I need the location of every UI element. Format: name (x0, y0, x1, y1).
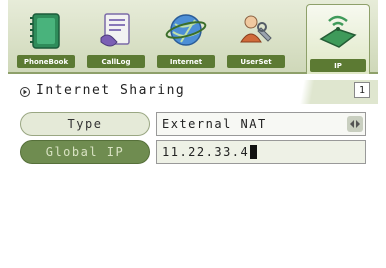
user-settings-icon (240, 15, 272, 43)
tab-call-log[interactable]: CallLog (84, 4, 148, 70)
tab-user-settings[interactable]: UserSet (224, 4, 288, 70)
type-select[interactable]: External NAT (156, 112, 366, 136)
section-header: Internet Sharing 1 (8, 80, 378, 104)
tab-bar: PhoneBook CallLog Internet UserSet IP (8, 0, 378, 74)
tab-label: CallLog (87, 55, 145, 68)
phone-screen: PhoneBook CallLog Internet UserSet IP In… (8, 0, 378, 268)
tab-internet[interactable]: Internet (154, 4, 218, 70)
internet-globe-icon (165, 14, 207, 46)
global-ip-row: Global IP 11.22.33.4 (20, 140, 378, 164)
dropdown-arrows-icon[interactable] (347, 116, 363, 132)
global-ip-input[interactable]: 11.22.33.4 (156, 140, 366, 164)
call-log-icon (100, 13, 130, 47)
phonebook-icon (30, 13, 60, 49)
text-cursor (250, 145, 258, 159)
type-select-value: External NAT (162, 117, 267, 131)
tab-label: IP (310, 59, 366, 72)
tab-label: Internet (157, 55, 215, 68)
type-label-button[interactable]: Type (20, 112, 150, 136)
global-ip-label-button[interactable]: Global IP (20, 140, 150, 164)
tab-label: PhoneBook (17, 55, 75, 68)
section-arrow-icon (20, 87, 30, 97)
global-ip-value: 11.22.33.4 (162, 145, 250, 159)
page-indicator: 1 (354, 82, 370, 98)
tab-label: UserSet (227, 55, 285, 68)
ip-network-icon (319, 15, 357, 48)
tab-phonebook[interactable]: PhoneBook (14, 4, 78, 70)
type-row: Type External NAT (20, 112, 378, 136)
page-title: Internet Sharing (36, 83, 186, 98)
tab-ip[interactable]: IP (306, 4, 370, 74)
